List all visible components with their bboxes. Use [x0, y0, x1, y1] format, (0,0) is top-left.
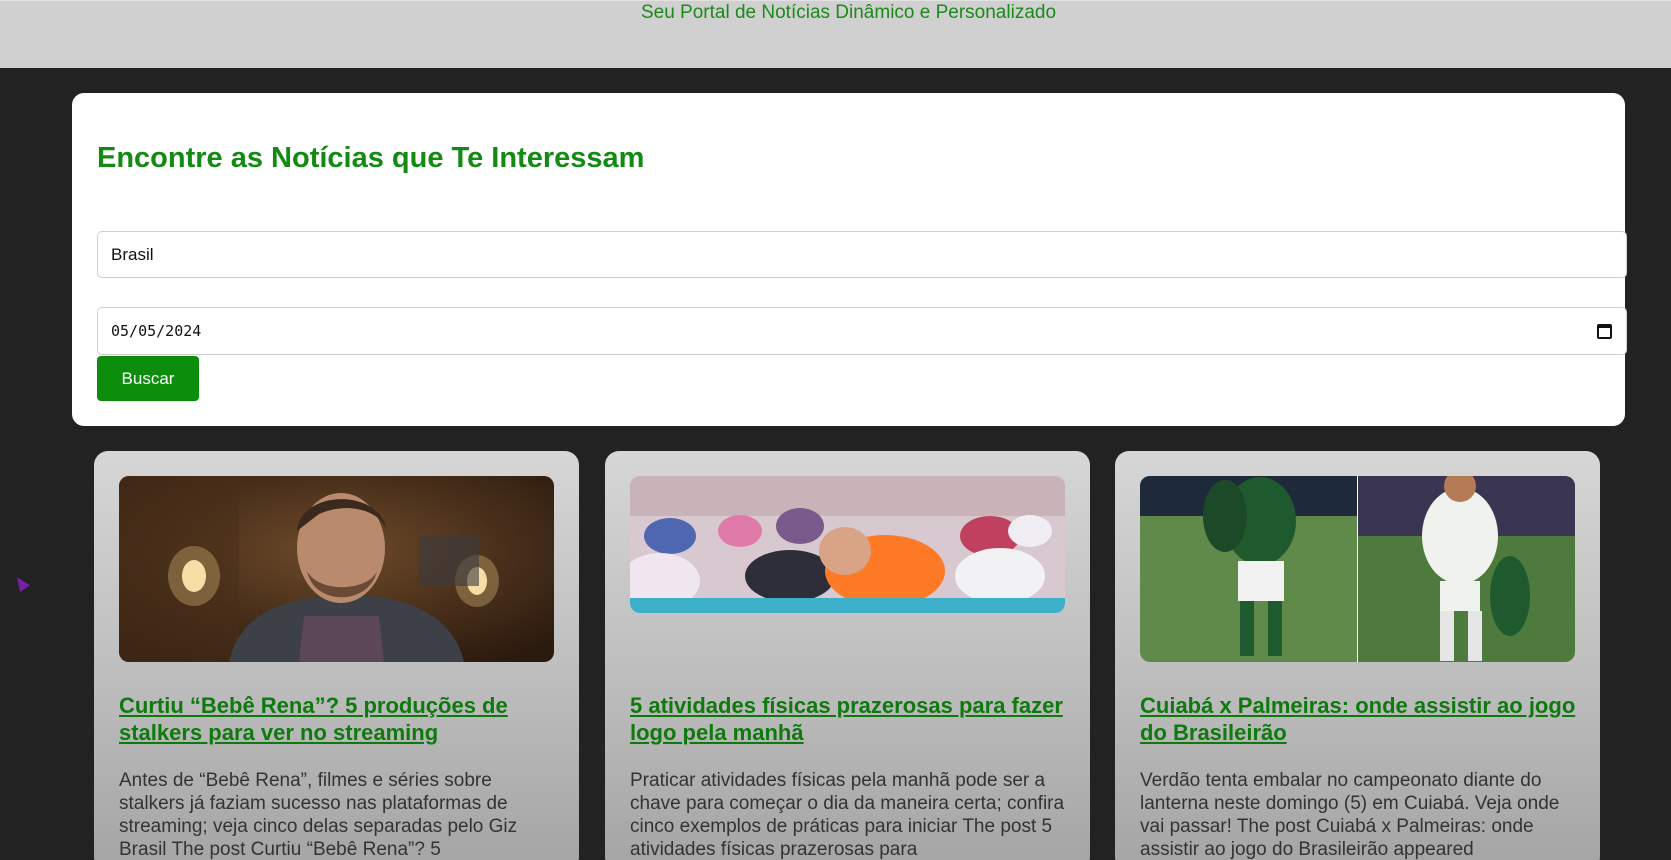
mouse-cursor-icon [12, 573, 30, 593]
news-card: 5 atividades físicas prazerosas para faz… [605, 451, 1090, 860]
news-card-image [630, 476, 1065, 613]
site-header: Seu Portal de Notícias Dinâmico e Person… [0, 0, 1671, 68]
news-card-description: Praticar atividades físicas pela manhã p… [630, 770, 1065, 860]
search-panel: Encontre as Notícias que Te Interessam B… [72, 93, 1627, 426]
news-card-description: Verdão tenta embalar no campeonato diant… [1140, 770, 1560, 860]
calendar-icon[interactable] [1597, 324, 1612, 339]
news-card-title-link[interactable]: Curtiu “Bebê Rena”? 5 produções de stalk… [119, 692, 559, 746]
news-card-description: Antes de “Bebê Rena”, filmes e séries so… [119, 770, 518, 860]
news-card: Cuiabá x Palmeiras: onde assistir ao jog… [1115, 451, 1600, 860]
news-card: Curtiu “Bebê Rena”? 5 produções de stalk… [94, 451, 579, 860]
search-title: Encontre as Notícias que Te Interessam [97, 142, 645, 174]
date-input[interactable]: 05/05/2024 [97, 307, 1627, 355]
site-tagline: Seu Portal de Notícias Dinâmico e Person… [640, 2, 1057, 23]
search-input[interactable]: Brasil [97, 231, 1627, 278]
news-card-image [1140, 476, 1575, 662]
man-portrait-photo [119, 476, 554, 662]
exercise-class-photo [630, 476, 1065, 613]
buscar-button[interactable]: Buscar [97, 356, 199, 401]
news-card-title-link[interactable]: Cuiabá x Palmeiras: onde assistir ao jog… [1140, 692, 1580, 746]
news-card-image [119, 476, 554, 662]
news-card-title-link[interactable]: 5 atividades físicas prazerosas para faz… [630, 692, 1070, 746]
football-players-photo [1140, 476, 1575, 662]
date-value: 05/05/2024 [111, 322, 202, 340]
